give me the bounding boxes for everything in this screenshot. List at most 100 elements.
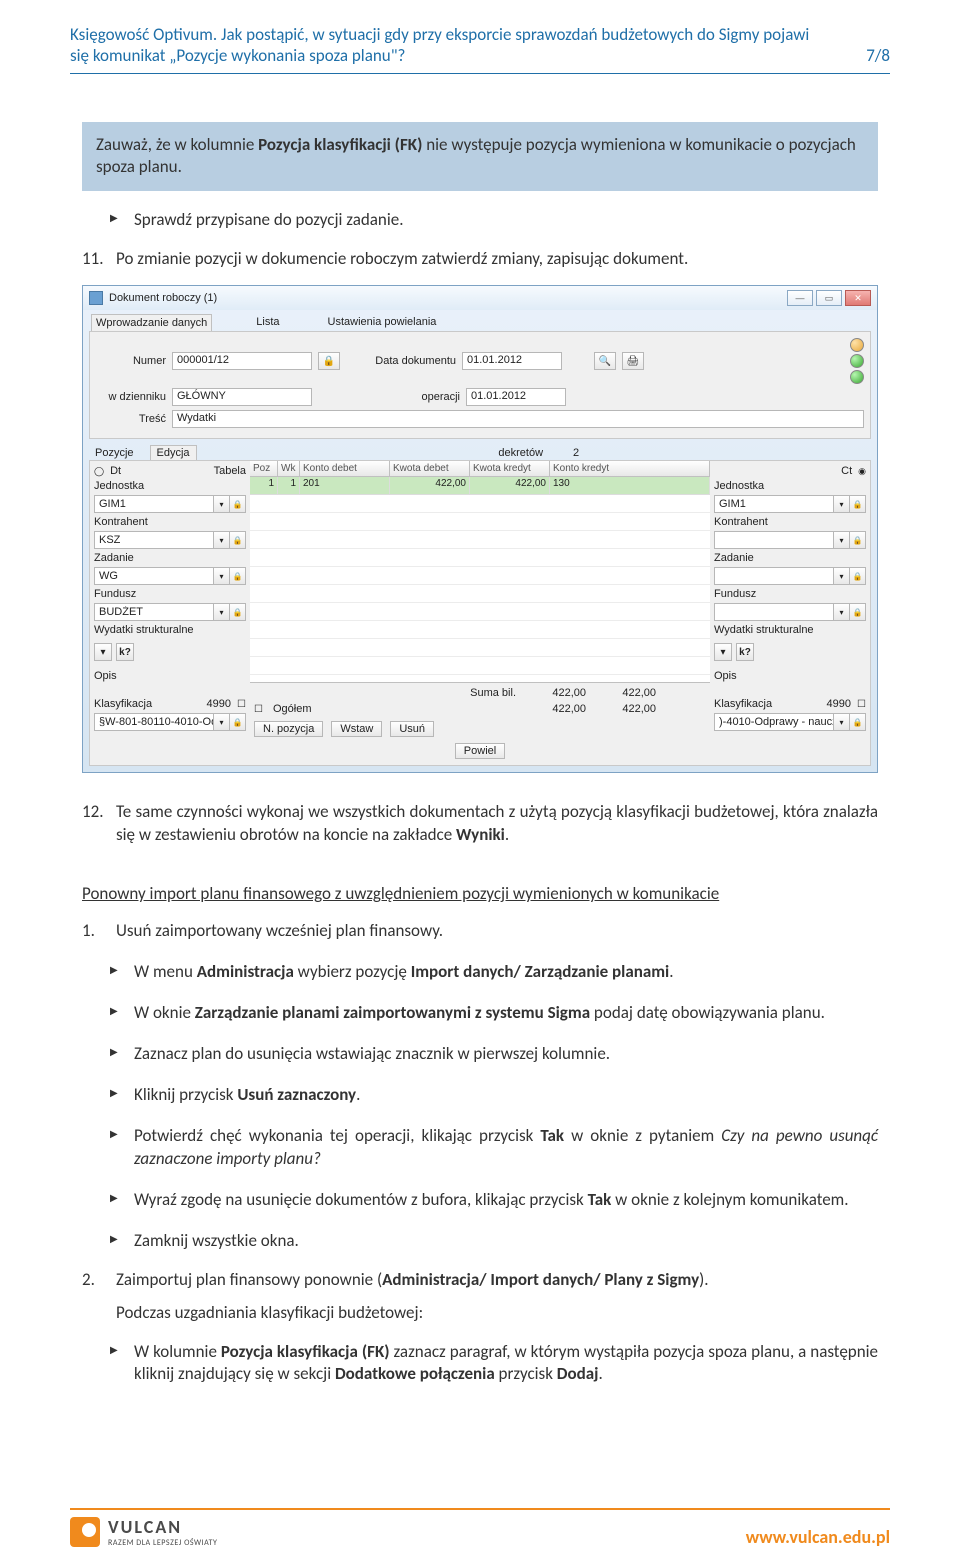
- combo-zadanie-l[interactable]: WG▾🔒: [94, 567, 246, 585]
- value-dekretow: 2: [573, 447, 579, 459]
- label-zadanie-r: Zadanie: [714, 552, 866, 564]
- label-jednostka-r: Jednostka: [714, 480, 866, 492]
- input-operacji[interactable]: 01.01.2012: [466, 388, 566, 406]
- input-dziennik[interactable]: GŁÓWNY: [172, 388, 312, 406]
- document-header: Księgowość Optivum. Jak postąpić, w sytu…: [70, 24, 890, 74]
- button-n-pozycja[interactable]: N. pozycja: [254, 721, 323, 737]
- label-fundusz-r: Fundusz: [714, 588, 866, 600]
- lock-icon: 🔒: [849, 496, 865, 512]
- combo-kontrahent-r[interactable]: ▾🔒: [714, 531, 866, 549]
- right-panel: Ct◉ Jednostka GIM1▾🔒 Kontrahent ▾🔒 Zadan…: [710, 461, 870, 765]
- combo-klasy-r[interactable]: )-4010-Odprawy - nauczyciele▾🔒: [714, 713, 866, 731]
- combo-fundusz-r[interactable]: ▾🔒: [714, 603, 866, 621]
- combo-klasy-l[interactable]: §W-801-80110-4010-Odprawy - nauczyc▾🔒: [94, 713, 246, 731]
- info-note: Zauważ, że w kolumnie Pozycja klasyfikac…: [82, 122, 878, 192]
- ogolem-row: ☐ Ogółem 422,00 422,00: [250, 703, 710, 719]
- step-2-sub: Podczas uzgadniania klasyfikacji budżeto…: [116, 1302, 878, 1323]
- tab-pozycje[interactable]: Pozycje: [89, 446, 140, 460]
- list-item: Kliknij przycisk Usuń zaznaczony.: [110, 1084, 878, 1107]
- button-powiel[interactable]: Powiel: [455, 743, 505, 759]
- help-icon[interactable]: k?: [116, 643, 134, 661]
- table-row[interactable]: 1 1 201 422,00 422,00 130: [250, 477, 710, 495]
- brand-tagline: RAZEM DLA LEPSZEJ OŚWIATY: [108, 1538, 217, 1548]
- light-green2-icon: [850, 370, 864, 384]
- print-icon[interactable]: 🖨: [622, 352, 644, 370]
- maximize-button[interactable]: ▭: [816, 290, 842, 306]
- list-item: Wyraź zgodę na usunięcie dokumentów z bu…: [110, 1189, 878, 1212]
- list-item: Zaznacz plan do usunięcia wstawiając zna…: [110, 1043, 878, 1066]
- vulcan-logo: VULCAN RAZEM DLA LEPSZEJ OŚWIATY: [70, 1516, 217, 1548]
- close-button[interactable]: ✕: [845, 290, 871, 306]
- lock-icon: 🔒: [229, 568, 245, 584]
- chevron-down-icon: ▾: [833, 532, 849, 548]
- lock-icon: 🔒: [229, 496, 245, 512]
- step-2: 2. Zaimportuj plan finansowy ponownie (A…: [82, 1269, 878, 1292]
- button-usun[interactable]: Usuń: [390, 721, 434, 737]
- app-icon: [89, 291, 103, 305]
- brand-name: VULCAN: [108, 1516, 217, 1538]
- combo-jednostka-l[interactable]: GIM1▾🔒: [94, 495, 246, 513]
- tab-wprowadzanie[interactable]: Wprowadzanie danych: [91, 314, 212, 331]
- list-item: W menu Administracja wybierz pozycję Imp…: [110, 961, 878, 984]
- lock-icon: 🔒: [229, 604, 245, 620]
- label-opis-r: Opis: [714, 670, 866, 682]
- logo-icon: [70, 1517, 100, 1547]
- list-item: W oknie Zarządzanie planami zaimportowan…: [110, 1002, 878, 1025]
- chevron-down-icon: ▾: [213, 568, 229, 584]
- input-data[interactable]: 01.01.2012: [462, 352, 562, 370]
- empty-grid-area: [250, 495, 710, 683]
- chevron-down-icon[interactable]: ▾: [94, 643, 112, 661]
- lock-icon[interactable]: 🔒: [318, 352, 340, 370]
- label-opis-l: Opis: [94, 670, 246, 682]
- tab-ustawienia[interactable]: Ustawienia powielania: [324, 314, 441, 331]
- help-icon[interactable]: k?: [736, 643, 754, 661]
- chevron-down-icon: ▾: [833, 496, 849, 512]
- input-numer[interactable]: 000001/12: [172, 352, 312, 370]
- section-heading: Ponowny import planu finansowego z uwzgl…: [82, 883, 878, 904]
- light-orange-icon: [850, 338, 864, 352]
- list-item: Zamknij wszystkie okna.: [110, 1230, 878, 1253]
- minimize-button[interactable]: —: [787, 290, 813, 306]
- input-tresc[interactable]: Wydatki: [172, 410, 864, 428]
- window-titlebar[interactable]: Dokument roboczy (1) — ▭ ✕: [83, 286, 877, 310]
- status-lights: [850, 338, 864, 384]
- chevron-down-icon[interactable]: ▾: [714, 643, 732, 661]
- lock-icon: 🔒: [849, 568, 865, 584]
- chevron-down-icon: ▾: [833, 714, 849, 730]
- lock-icon: 🔒: [229, 714, 245, 730]
- sums-row: Suma bil. 422,00 422,00: [250, 683, 710, 703]
- bullet-check-task: Sprawdź przypisane do pozycji zadanie.: [110, 209, 878, 232]
- label-wydatki-r: Wydatki strukturalne: [714, 624, 866, 636]
- lock-icon: 🔒: [229, 532, 245, 548]
- tab-edycja[interactable]: Edycja: [150, 445, 197, 460]
- step-11: 11. Po zmianie pozycji w dokumencie robo…: [82, 248, 878, 271]
- label-operacji: operacji: [350, 391, 460, 403]
- label-dekretow: dekretów: [498, 447, 543, 459]
- chevron-down-icon: ▾: [213, 604, 229, 620]
- step-2-bullet: W kolumnie Pozycja klasyfikacja (FK) zaz…: [110, 1341, 878, 1387]
- label-zadanie-l: Zadanie: [94, 552, 246, 564]
- header-title: Księgowość Optivum. Jak postąpić, w sytu…: [70, 24, 826, 67]
- window-title: Dokument roboczy (1): [109, 292, 217, 304]
- label-dziennik: w dzienniku: [96, 391, 166, 403]
- grid-header: Poz Wk Konto debet Kwota debet Kwota kre…: [250, 461, 710, 477]
- footer-site: www.vulcan.edu.pl: [746, 1526, 890, 1548]
- label-tresc: Treść: [96, 413, 166, 425]
- label-jednostka-l: Jednostka: [94, 480, 246, 492]
- label-kontrahent-l: Kontrahent: [94, 516, 246, 528]
- combo-fundusz-l[interactable]: BUDŻET▾🔒: [94, 603, 246, 621]
- combo-kontrahent-l[interactable]: KSZ▾🔒: [94, 531, 246, 549]
- step-12: 12. Te same czynności wykonaj we wszystk…: [82, 801, 878, 847]
- combo-zadanie-r[interactable]: ▾🔒: [714, 567, 866, 585]
- tab-lista[interactable]: Lista: [252, 314, 283, 331]
- label-wydatki-l: Wydatki strukturalne: [94, 624, 246, 636]
- combo-jednostka-r[interactable]: GIM1▾🔒: [714, 495, 866, 513]
- preview-icon[interactable]: 🔍: [594, 352, 616, 370]
- lock-icon: 🔒: [849, 714, 865, 730]
- chevron-down-icon: ▾: [833, 568, 849, 584]
- page-number: 7/8: [866, 45, 890, 66]
- button-wstaw[interactable]: Wstaw: [331, 721, 382, 737]
- light-green-icon: [850, 354, 864, 368]
- chevron-down-icon: ▾: [213, 532, 229, 548]
- list-item: Potwierdź chęć wykonania tej operacji, k…: [110, 1125, 878, 1171]
